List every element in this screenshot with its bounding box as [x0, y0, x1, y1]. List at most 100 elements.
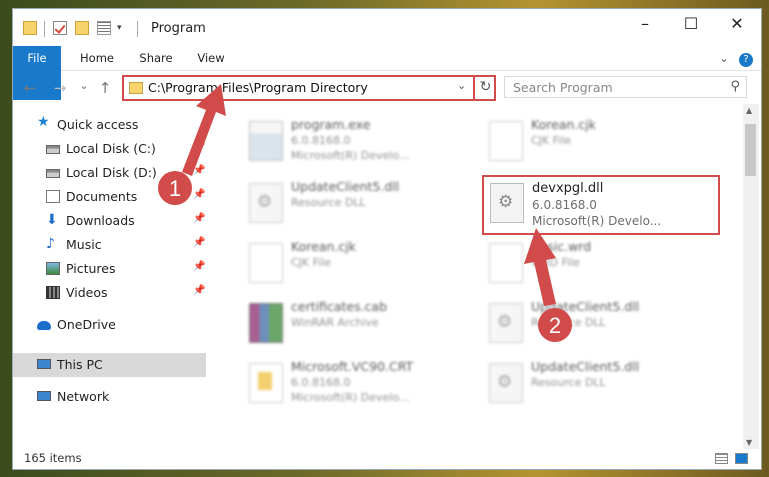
back-arrow-icon[interactable]: ←	[21, 79, 39, 97]
file-name: Microsoft.VC90.CRT	[291, 359, 414, 374]
list-item[interactable]: Basic.wrd WRD File	[473, 239, 713, 293]
search-placeholder[interactable]: Search Program	[513, 80, 613, 95]
list-item[interactable]: Microsoft.VC90.CRT 6.0.8168.0 Microsoft(…	[233, 359, 473, 413]
file-detail: Resource DLL	[531, 376, 606, 389]
navigation-bar: ← → ⌄ ↑ C:\Program Files\Program Directo…	[13, 70, 761, 104]
list-item[interactable]: Korean.cjk CJK File	[473, 117, 713, 171]
large-icons-view-icon[interactable]	[735, 453, 748, 464]
sidebar-item-label: Local Disk (C:)	[66, 141, 156, 156]
sidebar-item-label: Videos	[66, 285, 108, 300]
navigation-pane: ★ Quick access Local Disk (C:) 📌 Local D…	[13, 107, 206, 447]
dll-icon	[249, 183, 283, 223]
sidebar-item-pictures[interactable]: Pictures 📌	[13, 257, 206, 281]
sidebar-item-this-pc[interactable]: This PC	[13, 353, 206, 377]
scroll-up-arrow-icon[interactable]: ▲	[746, 106, 752, 115]
view-details-icon[interactable]	[97, 21, 111, 35]
file-name: Korean.cjk	[291, 239, 356, 254]
sidebar-item-label: Pictures	[66, 261, 116, 276]
tab-share[interactable]: Share	[132, 46, 180, 70]
document-icon	[489, 243, 523, 283]
sidebar-item-onedrive[interactable]: OneDrive	[13, 313, 206, 337]
file-company: Microsoft(R) Develo...	[532, 214, 662, 228]
list-item[interactable]: UpdateClient5.dll Resource DLL	[473, 299, 713, 353]
address-bar[interactable]: C:\Program Files\Program Directory ⌄ ↻	[122, 75, 496, 101]
close-button[interactable]: ✕	[714, 9, 760, 39]
vertical-scrollbar[interactable]: ▲ ▼	[743, 104, 759, 449]
tab-view[interactable]: View	[189, 46, 233, 70]
download-arrow-icon: ⬇	[46, 212, 58, 228]
file-detail: 6.0.8168.0	[291, 134, 351, 147]
file-detail: 6.0.8168.0	[291, 376, 351, 389]
search-box[interactable]: Search Program ⚲	[504, 76, 747, 98]
window-title: Program	[151, 21, 206, 36]
new-folder-icon[interactable]	[75, 21, 89, 35]
pin-icon[interactable]: 📌	[193, 141, 205, 152]
sidebar-item-label: Network	[57, 389, 110, 404]
network-icon	[37, 391, 51, 401]
file-name: UpdateClient5.dll	[291, 179, 400, 194]
address-dropdown-chevron-icon[interactable]: ⌄	[457, 79, 466, 92]
pin-icon[interactable]: 📌	[193, 165, 205, 176]
sidebar-item-local-disk-c[interactable]: Local Disk (C:) 📌	[13, 137, 206, 161]
scrollbar-thumb[interactable]	[745, 124, 756, 176]
sidebar-item-documents[interactable]: Documents 📌	[13, 185, 206, 209]
scroll-down-arrow-icon[interactable]: ▼	[746, 438, 752, 447]
sidebar-item-network[interactable]: Network	[13, 385, 206, 409]
list-item[interactable]: program.exe 6.0.8168.0 Microsoft(R) Deve…	[233, 117, 473, 171]
file-name: devxpgl.dll	[532, 181, 604, 196]
up-arrow-icon[interactable]: ↑	[96, 79, 114, 97]
pin-icon[interactable]: 📌	[193, 213, 205, 224]
sidebar-item-videos[interactable]: Videos 📌	[13, 281, 206, 305]
file-detail: Resource DLL	[291, 196, 366, 209]
file-explorer-window: ▾ Program – ☐ ✕ File Home Share View ⌄ ?…	[12, 8, 762, 470]
archive-icon	[249, 303, 283, 343]
expand-ribbon-chevron-icon[interactable]: ⌄	[715, 46, 733, 70]
dll-icon	[489, 363, 523, 403]
list-item[interactable]: certificates.cab WinRAR Archive	[233, 299, 473, 353]
star-icon: ★	[37, 114, 50, 130]
sidebar-item-quick-access[interactable]: ★ Quick access	[13, 113, 206, 137]
file-name: UpdateClient5.dll	[531, 299, 640, 314]
forward-arrow-icon[interactable]: →	[51, 79, 69, 97]
sidebar-item-music[interactable]: ♪ Music 📌	[13, 233, 206, 257]
minimize-button[interactable]: –	[622, 9, 668, 39]
details-view-icon[interactable]	[715, 453, 728, 464]
list-item[interactable]: UpdateClient5.dll Resource DLL	[233, 179, 473, 233]
pin-icon[interactable]: 📌	[193, 237, 205, 248]
sidebar-item-local-disk-d[interactable]: Local Disk (D:) 📌	[13, 161, 206, 185]
file-detail: WinRAR Archive	[291, 316, 379, 329]
folder-icon	[129, 82, 143, 94]
pin-icon[interactable]: 📌	[193, 189, 205, 200]
refresh-icon[interactable]: ↻	[473, 75, 496, 101]
file-detail: CJK File	[291, 256, 332, 269]
address-path[interactable]: C:\Program Files\Program Directory	[148, 80, 368, 95]
file-name: Korean.cjk	[531, 117, 596, 132]
sidebar-item-downloads[interactable]: ⬇ Downloads 📌	[13, 209, 206, 233]
file-detail: WRD File	[531, 256, 580, 269]
file-name: Basic.wrd	[531, 239, 592, 254]
divider	[44, 21, 45, 37]
help-icon[interactable]: ?	[737, 46, 755, 70]
status-bar: 165 items	[13, 449, 761, 469]
document-icon	[249, 243, 283, 283]
pictures-icon	[46, 262, 60, 275]
file-name: program.exe	[291, 117, 371, 132]
drive-icon	[46, 169, 60, 178]
pin-icon[interactable]: 📌	[193, 285, 205, 296]
tab-home[interactable]: Home	[73, 46, 121, 70]
file-detail: Microsoft(R) Develo...	[291, 149, 410, 162]
highlighted-dll-file[interactable]: devxpgl.dll 6.0.8168.0 Microsoft(R) Deve…	[482, 175, 720, 235]
list-item[interactable]: UpdateClient5.dll Resource DLL	[473, 359, 713, 413]
recent-locations-chevron-icon[interactable]: ⌄	[75, 79, 93, 92]
sidebar-item-label: Music	[66, 237, 102, 252]
list-item[interactable]: Korean.cjk CJK File	[233, 239, 473, 293]
customize-qat-chevron-icon[interactable]: ▾	[117, 21, 131, 35]
properties-check-icon[interactable]	[53, 21, 67, 35]
search-icon[interactable]: ⚲	[730, 79, 740, 94]
sidebar-item-label: OneDrive	[57, 317, 116, 332]
file-name: UpdateClient5.dll	[531, 359, 640, 374]
pin-icon[interactable]: 📌	[193, 261, 205, 272]
maximize-button[interactable]: ☐	[668, 9, 714, 39]
dll-icon	[489, 303, 523, 343]
sidebar-item-label: Quick access	[57, 117, 139, 132]
